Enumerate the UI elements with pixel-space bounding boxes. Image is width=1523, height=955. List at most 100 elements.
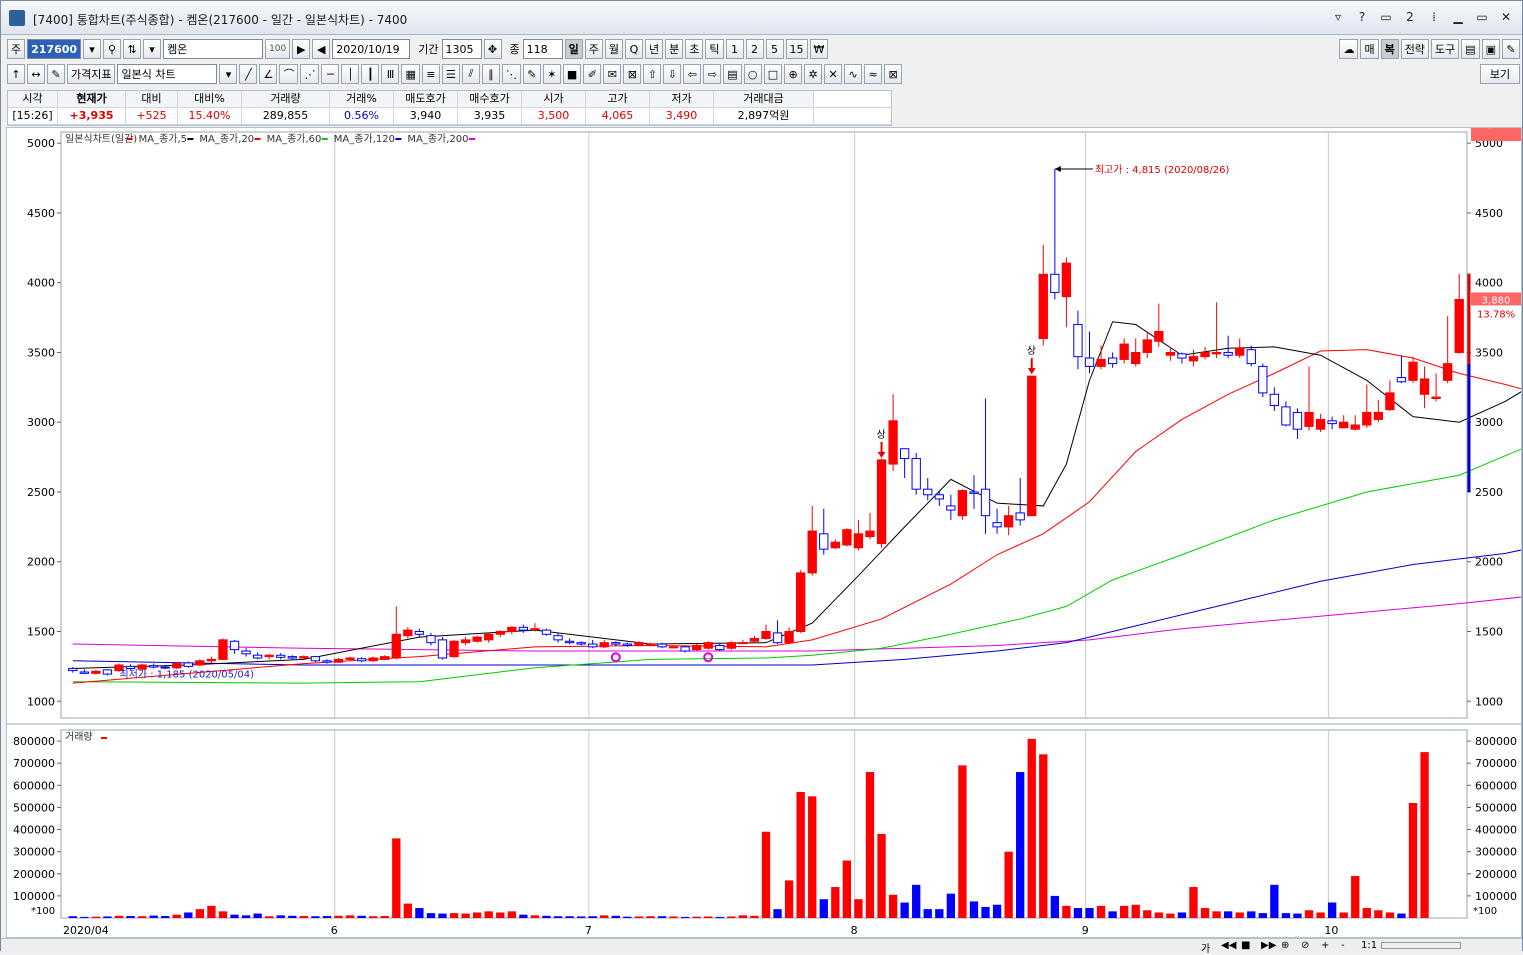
timeframe-button[interactable]: 5: [765, 39, 784, 59]
period-input[interactable]: 1305: [441, 39, 482, 59]
layout-icon[interactable]: ▭: [1378, 9, 1394, 25]
indicator-button[interactable]: 가격지표: [67, 64, 116, 84]
help-icon[interactable]: ?: [1354, 9, 1370, 25]
arc-tool-icon[interactable]: ⌒: [279, 64, 299, 84]
close-button[interactable]: ✕: [1498, 9, 1514, 25]
cross-tool-icon[interactable]: ✕: [824, 64, 843, 84]
timeframe-button[interactable]: 일: [564, 39, 583, 59]
timeframe-button[interactable]: 주: [584, 39, 603, 59]
hline-tool-icon[interactable]: ─: [321, 64, 340, 84]
timeframe-button[interactable]: 분: [665, 39, 684, 59]
timeframe-button[interactable]: 년: [645, 39, 664, 59]
timeframe-button[interactable]: 2: [745, 39, 764, 59]
folder-icon[interactable]: ▤: [1461, 39, 1480, 59]
parallel-tool-icon[interactable]: ∥: [481, 64, 500, 84]
zoom-in-icon[interactable]: ⊕: [1281, 940, 1289, 951]
minimize-button[interactable]: ▁: [1450, 9, 1466, 25]
sort-icon[interactable]: ⇅: [123, 39, 142, 59]
up-arrow-icon[interactable]: ↑: [7, 64, 25, 84]
channel-tool-icon[interactable]: ⫽: [461, 64, 480, 84]
count-input[interactable]: 118: [522, 39, 563, 59]
market-button[interactable]: 주: [7, 39, 26, 59]
chart-svg[interactable]: 5000 50004500 45004000 40003500 35003000 3000…: [7, 120, 1523, 937]
arrow-down-tool-icon[interactable]: ⇩: [663, 64, 682, 84]
rect-tool-icon[interactable]: □: [763, 64, 783, 84]
grid-tool-icon[interactable]: ┃: [361, 64, 380, 84]
link-icon[interactable]: 2: [1402, 9, 1418, 25]
bars-tool-icon[interactable]: Ⅲ: [381, 64, 400, 84]
tools-button[interactable]: 도구: [1430, 39, 1460, 59]
timeframe-button[interactable]: 틱: [705, 39, 724, 59]
angle-tool-icon[interactable]: ∠: [259, 64, 278, 84]
color-tool-icon[interactable]: ■: [562, 64, 582, 84]
candle-body: [923, 488, 933, 496]
maximize-button[interactable]: ▭: [1474, 9, 1490, 25]
stock-code-input[interactable]: 217600: [27, 39, 82, 59]
save-icon[interactable]: ▣: [1481, 39, 1500, 59]
chart-scrollbar[interactable]: [1381, 942, 1461, 949]
timeframe-button[interactable]: 15: [785, 39, 808, 59]
crosshair-icon[interactable]: ✥: [483, 39, 502, 59]
settings-icon[interactable]: ⁞: [1426, 9, 1442, 25]
timeframe-button[interactable]: 1: [725, 39, 744, 59]
candle-body: [807, 530, 817, 574]
wand-tool-icon[interactable]: ✶: [542, 64, 561, 84]
candle-body: [1096, 358, 1106, 367]
chart-area[interactable]: 5000 5000 4500 4500 4000 4000 3500 3500 3000 3000…: [6, 120, 1523, 938]
candle-body: [980, 488, 991, 517]
edit-icon[interactable]: ✎: [47, 64, 65, 84]
wave2-tool-icon[interactable]: ≈: [864, 64, 883, 84]
pen-tool-icon[interactable]: ✎: [522, 64, 541, 84]
clear-tool-icon[interactable]: ⊠: [623, 64, 642, 84]
date-field[interactable]: 2020/10/19: [332, 39, 411, 59]
plus-icon[interactable]: +: [1321, 940, 1329, 951]
chart-type-dropdown-icon[interactable]: ▾: [219, 64, 238, 84]
arrow-left-tool-icon[interactable]: ⇦: [683, 64, 702, 84]
search-icon[interactable]: ⚲: [103, 39, 122, 59]
view-button[interactable]: 보기: [1480, 64, 1520, 84]
zoom-tool-icon[interactable]: ⊕: [784, 64, 803, 84]
timeframe-button[interactable]: 초: [685, 39, 704, 59]
timeframe-button[interactable]: 월: [604, 39, 623, 59]
font-icon[interactable]: 가: [1201, 940, 1210, 955]
brush-tool-icon[interactable]: ✐: [583, 64, 602, 84]
diag-tool-icon[interactable]: ⋱: [501, 64, 521, 84]
timeframe-button[interactable]: ₩: [809, 39, 829, 59]
list-tool-icon[interactable]: ☰: [441, 64, 460, 84]
vline-tool-icon[interactable]: │: [341, 64, 360, 84]
line-tool-icon[interactable]: ╱: [239, 64, 258, 84]
pattern-tool-icon[interactable]: ✲: [804, 64, 823, 84]
code-dropdown-icon[interactable]: ▾: [83, 39, 102, 59]
cloud-icon[interactable]: ☁: [1339, 39, 1359, 59]
stock-name-field[interactable]: 켐온: [163, 39, 264, 59]
next-icon[interactable]: ▶: [292, 39, 311, 59]
prev-icon[interactable]: ◀: [312, 39, 331, 59]
arrow-up-tool-icon[interactable]: ⇧: [643, 64, 662, 84]
wave-tool-icon[interactable]: ∿: [844, 64, 863, 84]
timeframe-button[interactable]: Q: [625, 39, 643, 59]
circle-tool-icon[interactable]: ○: [743, 64, 762, 84]
fibo-tool-icon[interactable]: ≡: [421, 64, 440, 84]
compound-button[interactable]: 복: [1380, 39, 1399, 59]
volume-bar: [218, 911, 228, 918]
buy-button[interactable]: 매: [1360, 39, 1379, 59]
wrench-icon[interactable]: ✎: [1502, 39, 1520, 59]
pin-icon[interactable]: ▿: [1330, 9, 1346, 25]
strategy-button[interactable]: 전략: [1400, 39, 1429, 59]
arrow-right-tool-icon[interactable]: ⇨: [703, 64, 722, 84]
table-tool-icon[interactable]: ▦: [401, 64, 420, 84]
delete-tool-icon[interactable]: ⊠: [884, 64, 903, 84]
reset-icon[interactable]: ⊘: [1301, 940, 1309, 951]
fan-tool-icon[interactable]: ⋰: [300, 64, 320, 84]
expand-icon[interactable]: ↔: [27, 64, 45, 84]
note-tool-icon[interactable]: ✉: [603, 64, 622, 84]
ratio-icon[interactable]: 1:1: [1361, 940, 1377, 951]
minus-icon[interactable]: -: [1341, 940, 1345, 951]
first-icon[interactable]: ◀◀: [1221, 940, 1236, 951]
chart-type-select[interactable]: 일본식 차트: [117, 64, 218, 84]
quote-header: 고가: [586, 91, 650, 107]
doc-tool-icon[interactable]: ▤: [723, 64, 742, 84]
stop-icon[interactable]: ■: [1241, 940, 1250, 951]
menu-dropdown-icon[interactable]: ▾: [143, 39, 162, 59]
last-icon[interactable]: ▶▶: [1261, 940, 1276, 951]
